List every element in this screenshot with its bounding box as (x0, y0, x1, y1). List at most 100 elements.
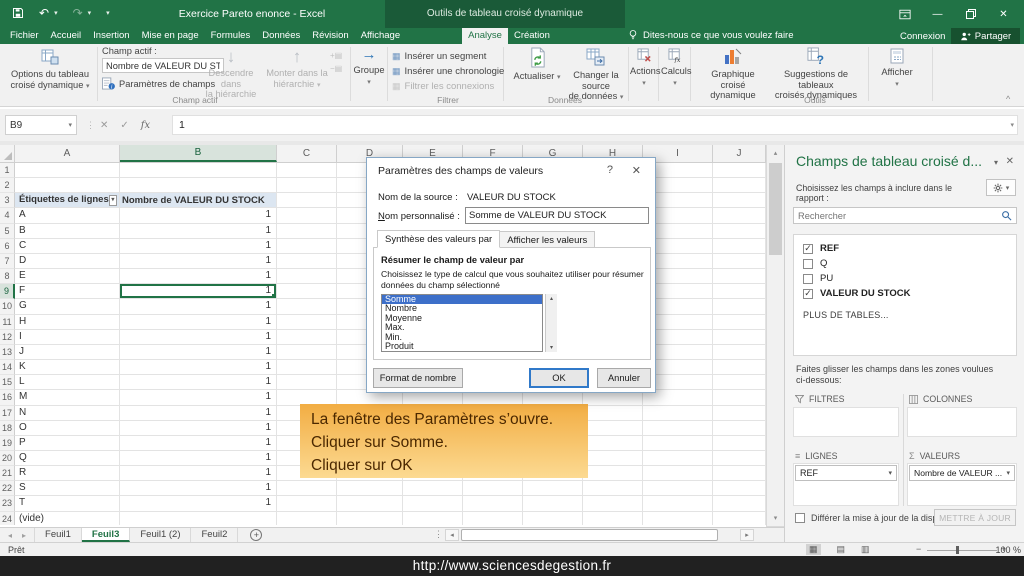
listbox-item[interactable]: Moyenne (382, 314, 542, 323)
cell[interactable] (583, 496, 643, 511)
row-header[interactable]: 7 (0, 254, 15, 269)
column-header[interactable]: C (277, 145, 337, 162)
cell[interactable] (713, 208, 766, 223)
cell[interactable] (583, 466, 643, 481)
value-cell[interactable]: 1 (120, 330, 277, 345)
pivot-row-labels-header[interactable]: Étiquettes de lignes ▾ (15, 193, 120, 208)
cell[interactable] (523, 481, 583, 496)
more-tables-link[interactable]: PLUS DE TABLES... (794, 301, 1016, 320)
field-checkbox[interactable]: ✓ (803, 289, 813, 299)
cell[interactable] (643, 406, 713, 421)
row-header[interactable]: 5 (0, 224, 15, 239)
vertical-scrollbar[interactable]: ▴ ▾ (766, 145, 784, 527)
cell[interactable] (277, 496, 337, 511)
cell[interactable] (337, 481, 403, 496)
group-button[interactable]: → Groupe▾ (352, 48, 386, 87)
save-icon[interactable] (12, 7, 24, 19)
value-cell[interactable]: 1 (120, 436, 277, 451)
cell[interactable] (713, 178, 766, 193)
page-layout-view-icon[interactable]: ▤ (837, 544, 846, 555)
cell[interactable] (713, 330, 766, 345)
value-cell[interactable]: 1 (120, 451, 277, 466)
cell[interactable] (277, 163, 337, 178)
zoom-out-icon[interactable]: − (916, 544, 921, 554)
value-cell[interactable]: 1 (120, 406, 277, 421)
cell[interactable] (713, 193, 766, 208)
row-label-cell[interactable]: E (15, 269, 120, 284)
row-header[interactable]: 9 (0, 284, 15, 299)
formula-input[interactable]: 1 (172, 115, 1018, 135)
select-all-corner[interactable] (0, 145, 15, 162)
cell[interactable] (277, 178, 337, 193)
row-header[interactable]: 8 (0, 269, 15, 284)
cell[interactable] (277, 512, 337, 525)
cell[interactable] (277, 254, 337, 269)
field-checkbox[interactable] (803, 274, 813, 284)
ribbon-tab[interactable]: Révision (306, 28, 354, 44)
row-label-cell[interactable]: B (15, 224, 120, 239)
ribbon-display-options-icon[interactable] (888, 0, 921, 28)
row-label-cell[interactable]: L (15, 375, 120, 390)
row-header[interactable]: 10 (0, 299, 15, 314)
row-header[interactable]: 19 (0, 436, 15, 451)
value-cell[interactable]: 1 (120, 345, 277, 360)
cell[interactable] (337, 496, 403, 511)
cell[interactable] (15, 163, 120, 178)
custom-name-input[interactable] (465, 207, 649, 224)
filters-drop-area[interactable] (793, 407, 899, 437)
cell[interactable] (713, 436, 766, 451)
row-header[interactable]: 17 (0, 406, 15, 421)
undo-dropdown-icon[interactable]: ▾ (54, 9, 58, 17)
chevron-down-icon[interactable]: ▾ (1006, 469, 1010, 477)
column-header-selected[interactable]: B (120, 145, 277, 162)
cell[interactable] (277, 330, 337, 345)
cell[interactable] (277, 481, 337, 496)
cancel-entry-icon[interactable]: ✕ (100, 120, 108, 131)
row-header[interactable]: 16 (0, 390, 15, 405)
row-label-cell[interactable]: K (15, 360, 120, 375)
row-header[interactable]: 13 (0, 345, 15, 360)
cell[interactable] (713, 466, 766, 481)
cell[interactable] (277, 315, 337, 330)
search-box[interactable] (793, 207, 1017, 224)
scroll-down-icon[interactable]: ▾ (767, 510, 784, 526)
values-drop-area[interactable]: Nombre de VALEUR ... ▾ (907, 463, 1017, 506)
cell[interactable] (15, 178, 120, 193)
cell[interactable] (463, 496, 523, 511)
value-cell[interactable]: 1 (120, 481, 277, 496)
tab-splitter-handle[interactable]: ⋮ (434, 529, 443, 540)
row-label-cell[interactable]: S (15, 481, 120, 496)
pivottable-options-button[interactable]: Options du tableaucroisé dynamique ▾ (8, 48, 92, 91)
row-header[interactable]: 12 (0, 330, 15, 345)
sheet-tab[interactable]: Feuil1 (34, 528, 82, 542)
restore-icon[interactable] (954, 0, 987, 28)
field-item[interactable]: ✓ REF (794, 241, 1016, 256)
cell[interactable] (583, 406, 643, 421)
cell[interactable] (277, 239, 337, 254)
value-cell[interactable]: 1 (120, 208, 277, 223)
row-header[interactable]: 2 (0, 178, 15, 193)
row-label-cell[interactable]: (vide) (15, 512, 120, 525)
cell[interactable] (403, 481, 463, 496)
cell[interactable] (277, 208, 337, 223)
cell[interactable] (337, 512, 403, 525)
calculations-button[interactable]: fx Calculs▾ (661, 48, 689, 88)
sheet-nav-right-icon[interactable]: ▸ (22, 531, 26, 540)
insert-timeline-button[interactable]: ▦Insérer une chronologie (392, 64, 504, 79)
column-header[interactable]: A (15, 145, 120, 162)
cell[interactable] (713, 390, 766, 405)
zoom-level[interactable]: 100 % (995, 545, 1021, 555)
listbox-item[interactable]: Produit (382, 342, 542, 351)
column-header[interactable]: J (713, 145, 766, 162)
cell[interactable] (277, 345, 337, 360)
undo-icon[interactable]: ↶ (39, 6, 49, 20)
row-label-cell[interactable]: J (15, 345, 120, 360)
ribbon-tab[interactable]: Fichier (4, 28, 45, 44)
cell[interactable] (643, 496, 713, 511)
sheet-tab[interactable]: Feuil3 (82, 528, 130, 542)
row-header[interactable]: 4 (0, 208, 15, 223)
tell-me-box[interactable]: Dites-nous ce que vous voulez faire (628, 29, 794, 41)
row-label-cell[interactable]: I (15, 330, 120, 345)
value-cell[interactable]: 1 (120, 375, 277, 390)
cell[interactable] (643, 481, 713, 496)
